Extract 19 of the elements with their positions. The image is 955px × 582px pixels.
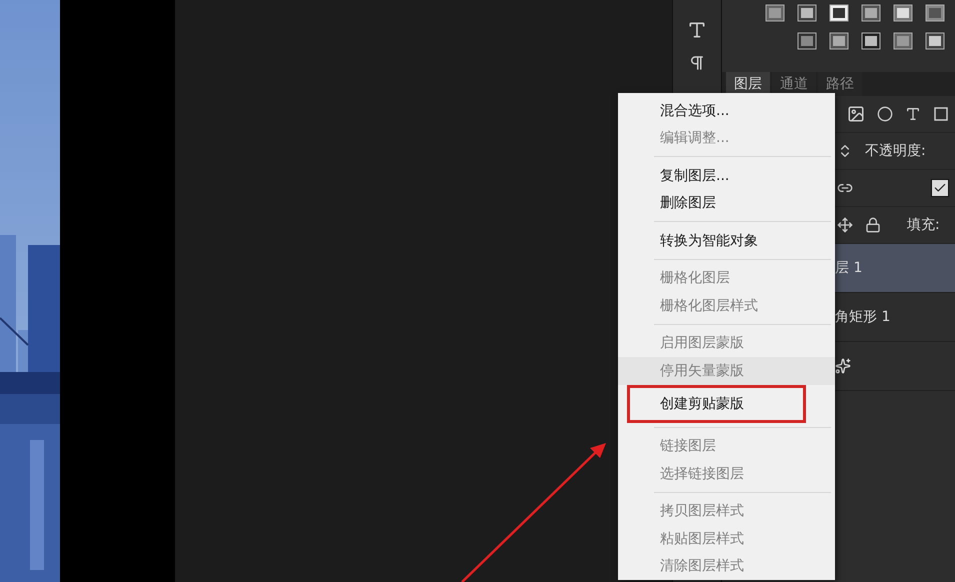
text-icon[interactable] — [905, 106, 921, 122]
character-icon[interactable] — [687, 20, 707, 40]
paragraph-icon[interactable] — [688, 54, 706, 72]
shape-icon[interactable] — [933, 106, 949, 122]
image-icon[interactable] — [847, 105, 865, 123]
menu-item[interactable]: 创建剪贴蒙版 — [627, 384, 806, 422]
menu-item[interactable]: 删除图层 — [618, 190, 835, 217]
checkbox[interactable] — [931, 179, 949, 197]
move-icon[interactable] — [837, 217, 853, 233]
opacity-label: 不透明度: — [865, 142, 926, 160]
effect-icon[interactable] — [835, 358, 851, 374]
menu-item[interactable]: 混合选项... — [618, 97, 835, 124]
layer-name: 层 1 — [835, 259, 862, 277]
layer-name: 角矩形 1 — [835, 308, 890, 326]
fill-label: 填充: — [907, 216, 940, 234]
menu-item[interactable]: 复制图层... — [618, 162, 835, 190]
circle-icon[interactable] — [877, 106, 893, 122]
panel-tab[interactable]: 路径 — [818, 72, 862, 96]
lock-icon[interactable] — [865, 217, 881, 233]
